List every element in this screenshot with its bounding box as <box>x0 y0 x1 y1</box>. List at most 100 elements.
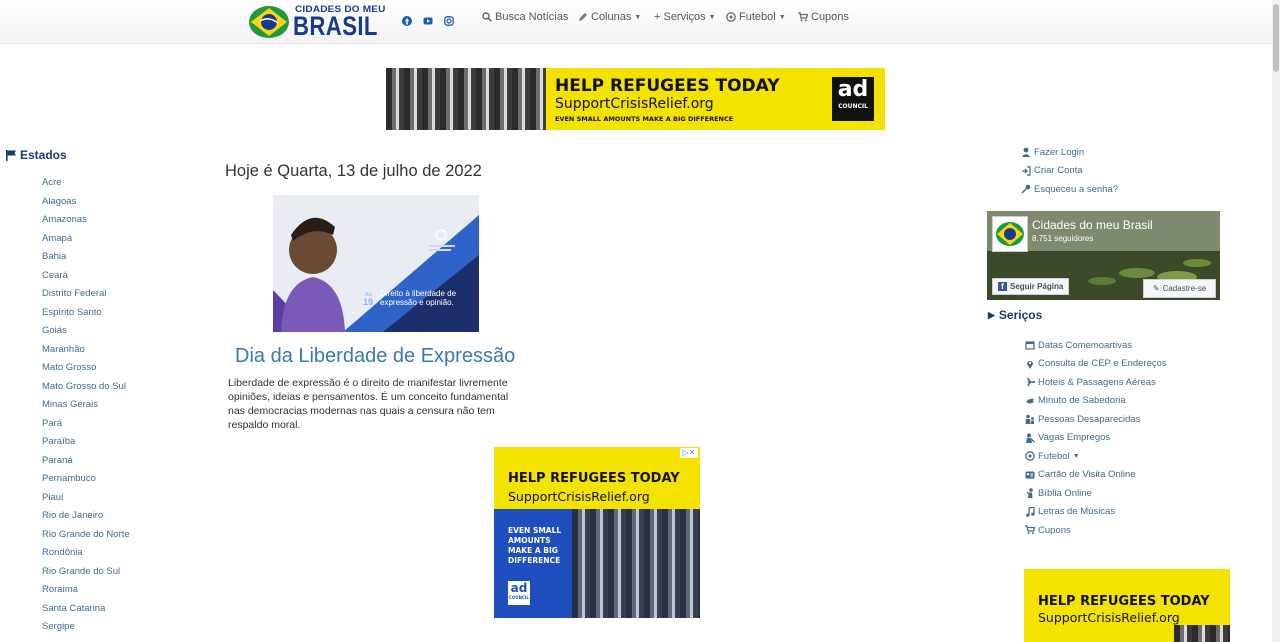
servico-link[interactable]: Bíblia Online <box>1025 484 1167 503</box>
servico-label: Futebol <box>1038 450 1070 462</box>
servico-link[interactable]: Hoteis & Passagens Aéreas <box>1025 373 1167 392</box>
estado-link[interactable]: Maranhão <box>42 344 130 363</box>
servico-link[interactable]: Vagas Empregos <box>1025 429 1167 448</box>
dove-icon <box>1026 398 1034 404</box>
ad-choices-icon[interactable]: ▷✕ <box>680 448 698 458</box>
create-account-link[interactable]: Criar Conta <box>1021 162 1118 181</box>
article-image[interactable]: Art. 19 Direito à liberdade de expressão… <box>273 195 479 332</box>
praying-icon <box>1026 488 1033 499</box>
estado-link[interactable]: Santa Catarina <box>42 603 130 622</box>
estado-link[interactable]: Minas Gerais <box>42 399 130 418</box>
scrollbar-thumb[interactable] <box>1273 4 1279 72</box>
estado-link[interactable]: Rondônia <box>42 547 130 566</box>
caret-right-icon: ▶ <box>988 309 995 320</box>
article-image-caption: Direito à liberdade de expressão e opini… <box>380 289 457 307</box>
nav-busca-label: Busca Notícias <box>495 11 569 23</box>
estado-link[interactable]: Bahia <box>42 251 130 270</box>
flag-icon <box>6 150 16 161</box>
current-date: Hoje é Quarta, 13 de julho de 2022 <box>225 162 482 180</box>
forgot-password-link[interactable]: Esqueceu a senha? <box>1021 180 1118 199</box>
ad-refugees-photo <box>572 509 700 618</box>
search-icon <box>482 12 492 22</box>
facebook-icon[interactable] <box>402 13 412 26</box>
estado-link[interactable]: Sergipe <box>42 621 130 640</box>
site-logo[interactable]: CIDADES DO MEU BRASIL <box>247 2 385 40</box>
nav-cupons[interactable]: Cupons <box>798 11 849 23</box>
estado-link[interactable]: Piauí <box>42 492 130 511</box>
servico-link[interactable]: Minuto de Sabedoria <box>1025 392 1167 411</box>
servico-link[interactable]: Pessoas Desaparecidas <box>1025 410 1167 429</box>
user-icon <box>1021 147 1031 158</box>
servico-label: Vagas Empregos <box>1038 432 1111 444</box>
ad-logo-bottom: COUNCIL <box>838 103 868 110</box>
article-title[interactable]: Dia da Liberdade de Expressão <box>235 345 515 368</box>
login-link[interactable]: Fazer Login <box>1021 143 1118 162</box>
ad-url: SupportCrisisRelief.org <box>1038 610 1180 625</box>
ad-council-logo: ad COUNCIL <box>832 77 874 121</box>
pen-icon <box>579 13 587 21</box>
ad-headline: HELP REFUGEES TODAY <box>555 76 780 96</box>
estados-title: Estados <box>20 148 67 162</box>
article-image-number: 19 <box>363 297 373 307</box>
servico-link[interactable]: Cupons <box>1025 521 1167 540</box>
estado-link[interactable]: Amazonas <box>42 214 130 233</box>
estado-link[interactable]: Espírito Santo <box>42 307 130 326</box>
estado-link[interactable]: Ceará <box>42 270 130 289</box>
servico-link[interactable]: Datas Comemoartivas <box>1025 336 1167 355</box>
estado-link[interactable]: Paraíba <box>42 436 130 455</box>
estado-link[interactable]: Rio Grande do Sul <box>42 566 130 585</box>
estado-link[interactable]: Goiás <box>42 325 130 344</box>
servicos-heading: ▶ Seriços <box>988 308 1043 322</box>
servico-link[interactable]: Cartão de Visita Online <box>1025 466 1167 485</box>
social-links <box>402 13 454 26</box>
page-scrollbar[interactable] <box>1272 0 1280 642</box>
nav-colunas[interactable]: Colunas ▼ <box>578 11 641 23</box>
estado-link[interactable]: Rio Grande do Norte <box>42 529 130 548</box>
facebook-follow-button[interactable]: f Seguir Página <box>992 278 1070 295</box>
banner-ad-middle[interactable]: ▷✕ HELP REFUGEES TODAY SupportCrisisReli… <box>494 447 700 618</box>
chevron-down-icon: ▼ <box>1072 452 1080 460</box>
brazil-flag-logo-icon <box>249 6 289 38</box>
soccer-ball-icon <box>726 12 736 22</box>
estado-link[interactable]: Paraná <box>42 455 130 474</box>
cart-icon <box>1025 525 1035 535</box>
servico-label: Minuto de Sabedoria <box>1038 395 1126 407</box>
estado-link[interactable]: Rio de Janeiro <box>42 510 130 529</box>
account-links: Fazer Login Criar Conta Esqueceu a senha… <box>1021 143 1118 199</box>
instagram-icon[interactable] <box>444 13 454 26</box>
facebook-page-name[interactable]: Cidades do meu Brasil <box>1032 218 1153 232</box>
chevron-down-icon: ▼ <box>778 13 786 21</box>
youtube-icon[interactable] <box>423 13 433 25</box>
facebook-followers: 8.751 seguidores <box>1032 234 1094 243</box>
estado-link[interactable]: Mato Grosso do Sul <box>42 381 130 400</box>
nav-servicos-label: + Serviços <box>654 11 706 23</box>
ad-url: SupportCrisisRelief.org <box>555 96 714 112</box>
estado-link[interactable]: Pernambuco <box>42 473 130 492</box>
estado-link[interactable]: Mato Grosso <box>42 362 130 381</box>
top-navbar: CIDADES DO MEU BRASIL Busca Notícias Col… <box>0 0 1272 44</box>
servico-link[interactable]: Consulta de CEP e Endereços <box>1025 355 1167 374</box>
key-icon <box>1021 184 1031 194</box>
chevron-down-icon: ▼ <box>634 13 642 21</box>
ad-logo-top: ad <box>837 77 869 102</box>
servico-link[interactable]: Futebol ▼ <box>1025 447 1167 466</box>
estado-link[interactable]: Acre <box>42 177 130 196</box>
nav-busca-noticias[interactable]: Busca Notícias <box>482 11 568 23</box>
facebook-page-widget[interactable]: Cidades do meu Brasil 8.751 seguidores f… <box>987 211 1220 300</box>
servico-label: Consulta de CEP e Endereços <box>1038 358 1167 370</box>
servico-link[interactable]: Letras de Músicas <box>1025 503 1167 522</box>
pencil-icon: ✎ <box>1152 284 1160 293</box>
estado-link[interactable]: Distrito Federal <box>42 288 130 307</box>
facebook-signup-button[interactable]: ✎ Cadastre-se <box>1143 279 1216 298</box>
nav-futebol[interactable]: Futebol ▼ <box>726 11 786 23</box>
ad-headline: HELP REFUGEES TODAY <box>1038 594 1210 609</box>
banner-ad-top[interactable]: HELP REFUGEES TODAY SupportCrisisRelief.… <box>386 68 885 130</box>
nav-servicos[interactable]: + Serviços ▼ <box>654 11 716 23</box>
estado-link[interactable]: Pará <box>42 418 130 437</box>
estado-link[interactable]: Roraima <box>42 584 130 603</box>
plane-icon <box>1025 378 1035 387</box>
estado-link[interactable]: Alagoas <box>42 196 130 215</box>
estado-link[interactable]: Amapá <box>42 233 130 252</box>
article-summary: Liberdade de expressão é o direito de ma… <box>228 377 509 431</box>
banner-ad-right[interactable]: HELP REFUGEES TODAY SupportCrisisRelief.… <box>1024 569 1230 642</box>
